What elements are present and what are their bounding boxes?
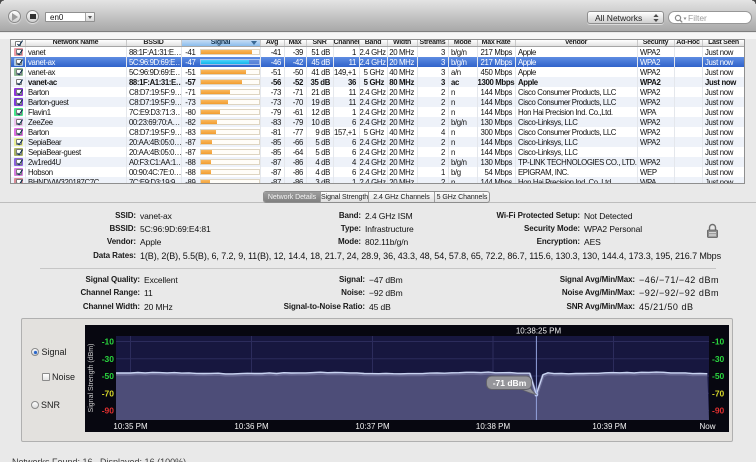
svg-text:-10: -10 [712,337,725,347]
svg-text:10:36 PM: 10:36 PM [234,422,269,431]
svg-text:-30: -30 [712,354,725,364]
svg-text:Signal Strength (dBm): Signal Strength (dBm) [88,344,95,413]
svg-text:10:39 PM: 10:39 PM [592,422,627,431]
svg-text:-50: -50 [712,371,725,381]
svg-text:Now: Now [699,422,715,431]
svg-text:-30: -30 [101,354,114,364]
svg-text:10:37 PM: 10:37 PM [355,422,390,431]
svg-text:-50: -50 [101,371,114,381]
svg-text:-70: -70 [712,388,725,398]
svg-text:-71 dBm: -71 dBm [492,378,526,388]
svg-text:-90: -90 [712,406,725,416]
svg-text:-10: -10 [101,337,114,347]
svg-text:10:38 PM: 10:38 PM [475,422,510,431]
svg-text:-90: -90 [101,406,114,416]
svg-text:10:35 PM: 10:35 PM [113,422,148,431]
svg-text:10:38:25 PM: 10:38:25 PM [515,327,561,336]
svg-text:-70: -70 [101,388,114,398]
